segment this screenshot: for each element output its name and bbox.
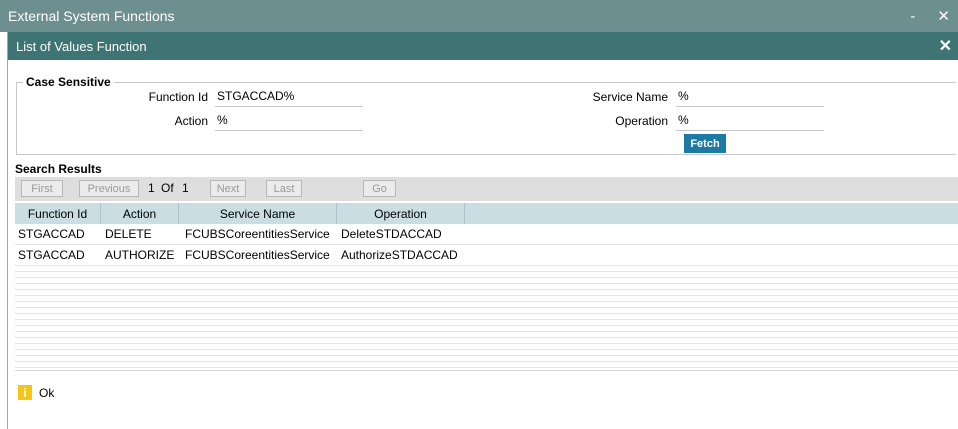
cell-action: DELETE	[105, 227, 152, 241]
function-id-field[interactable]: STGACCAD%	[215, 89, 363, 107]
case-sensitive-legend: Case Sensitive	[26, 75, 111, 89]
go-button[interactable]: Go	[363, 180, 396, 197]
column-header-service-name[interactable]: Service Name	[179, 203, 337, 224]
current-page: 1	[148, 181, 155, 195]
dialog-title-bar: List of Values Function ✕	[8, 32, 958, 60]
dialog-title: List of Values Function	[16, 38, 147, 54]
window-title-bar: External System Functions - ✕	[0, 0, 958, 32]
dialog-close-icon[interactable]: ✕	[939, 36, 952, 56]
operation-field[interactable]: %	[676, 113, 824, 131]
action-field[interactable]: %	[215, 113, 363, 131]
ok-button[interactable]: Ok	[39, 386, 54, 400]
column-header-function-id[interactable]: Function Id	[15, 203, 101, 224]
table-row[interactable]: STGACCAD AUTHORIZE FCUBSCoreentitiesServ…	[15, 245, 958, 266]
empty-rows-area	[15, 266, 958, 371]
cell-operation: DeleteSTDACCAD	[341, 227, 442, 241]
cell-service-name: FCUBSCoreentitiesService	[185, 248, 330, 262]
function-id-label: Function Id	[148, 90, 208, 104]
action-label: Action	[174, 114, 208, 128]
results-table-header: Function Id Action Service Name Operatio…	[15, 203, 958, 224]
last-page-button[interactable]: Last	[266, 180, 302, 197]
results-table-body: STGACCAD DELETE FCUBSCoreentitiesService…	[15, 224, 958, 266]
total-pages: 1	[182, 181, 189, 195]
column-header-operation[interactable]: Operation	[337, 203, 465, 224]
window-title: External System Functions	[8, 8, 175, 24]
operation-label: Operation	[615, 114, 668, 128]
info-icon: i	[18, 385, 32, 400]
column-header-action[interactable]: Action	[101, 203, 179, 224]
window-close-icon[interactable]: ✕	[937, 7, 950, 25]
search-results-title: Search Results	[15, 162, 102, 176]
cell-operation: AuthorizeSTDACCAD	[341, 248, 458, 262]
first-page-button[interactable]: First	[21, 180, 63, 197]
minimize-icon[interactable]: -	[910, 8, 915, 25]
service-name-label: Service Name	[592, 90, 668, 104]
previous-page-button[interactable]: Previous	[79, 180, 139, 197]
cell-function-id: STGACCAD	[18, 227, 85, 241]
table-row[interactable]: STGACCAD DELETE FCUBSCoreentitiesService…	[15, 224, 958, 245]
results-pager: First Previous 1 Of 1 Next Last Go	[15, 177, 958, 201]
service-name-field[interactable]: %	[676, 89, 824, 107]
page-of-label: Of	[161, 181, 174, 195]
cell-service-name: FCUBSCoreentitiesService	[185, 227, 330, 241]
fetch-button[interactable]: Fetch	[684, 134, 726, 153]
dialog: List of Values Function ✕ Case Sensitive…	[7, 32, 958, 429]
cell-function-id: STGACCAD	[18, 248, 85, 262]
cell-action: AUTHORIZE	[105, 248, 175, 262]
next-page-button[interactable]: Next	[210, 180, 246, 197]
